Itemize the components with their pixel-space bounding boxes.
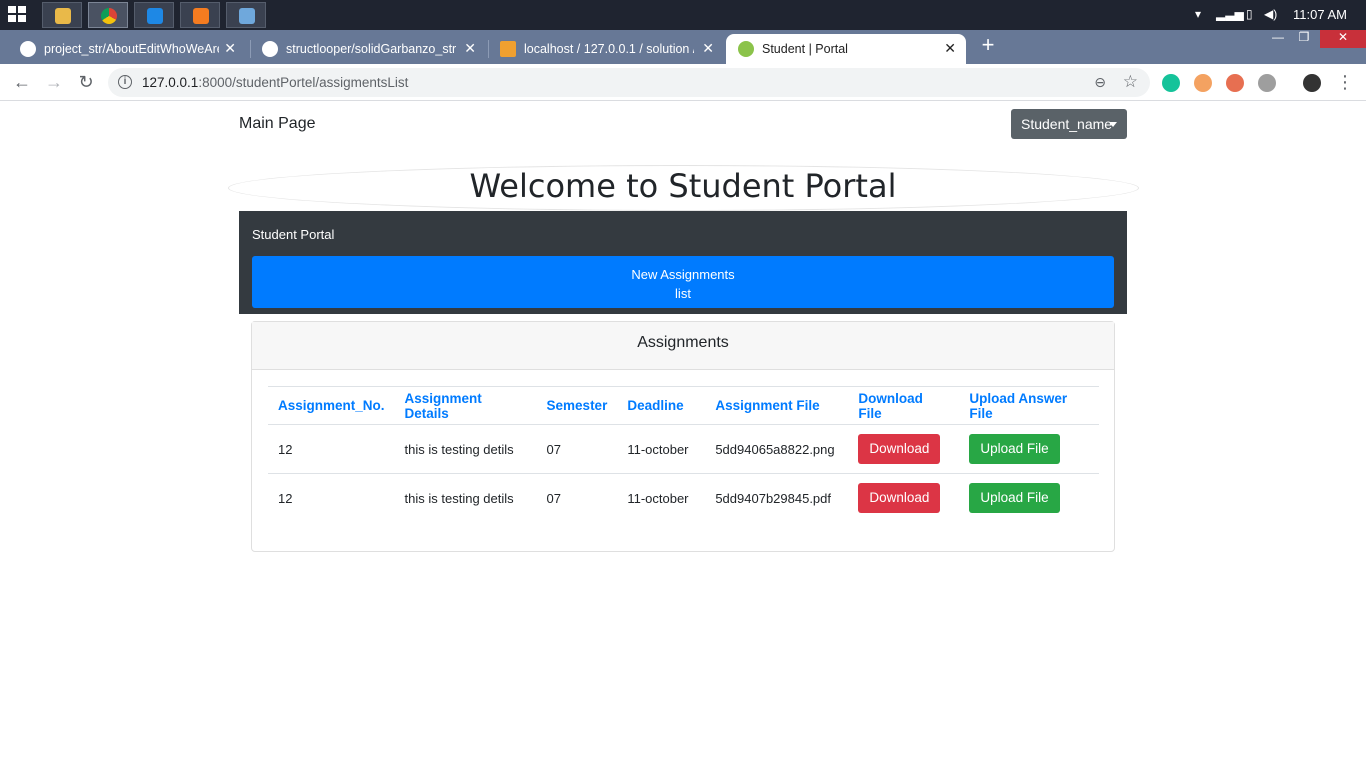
- close-tab-icon[interactable]: ✕: [944, 40, 956, 57]
- user-dropdown-button[interactable]: Student_name: [1011, 109, 1127, 139]
- back-icon[interactable]: ←: [12, 72, 32, 92]
- window-close-icon[interactable]: ✕: [1320, 30, 1366, 48]
- assignment-no: 12: [278, 490, 293, 506]
- assignments-table: Assignment_No. Assignment Details Semest…: [268, 386, 1099, 523]
- grammarly-icon[interactable]: [1162, 74, 1180, 92]
- assignment-file: 5dd9407b29845.pdf: [715, 490, 832, 506]
- portal-menu: Student Portal New Assignments list: [239, 211, 1127, 314]
- assignment-details: this is testing detils: [404, 490, 514, 506]
- tab-github-solid[interactable]: structlooper/solidGarbanzo_str ✕: [250, 34, 486, 64]
- windows-taskbar: ▾ ▂▃▅ ▯ ◀) 11:07 AM: [0, 0, 1366, 30]
- minimize-icon[interactable]: —: [1268, 30, 1288, 48]
- profile-avatar[interactable]: [1303, 74, 1321, 92]
- column-header: Assignment_No.: [268, 386, 395, 425]
- battery-icon[interactable]: ▯: [1246, 7, 1253, 21]
- app-window-icon[interactable]: [226, 2, 266, 28]
- new-assignments-list-link[interactable]: New Assignments list: [252, 256, 1114, 308]
- fire-extension-icon[interactable]: [1226, 74, 1244, 92]
- portal-icon: [738, 41, 754, 57]
- column-header: Assignment Details: [394, 386, 537, 425]
- gear-extension-icon[interactable]: [1258, 74, 1276, 92]
- column-header: Assignment File: [705, 386, 849, 425]
- close-tab-icon[interactable]: ✕: [702, 40, 714, 57]
- github-icon: [20, 41, 36, 57]
- main-page-link[interactable]: Main Page: [239, 115, 316, 133]
- page-title: Welcome to Student Portal: [469, 167, 897, 205]
- signal-icon[interactable]: ▂▃▅: [1216, 7, 1244, 21]
- assignments-header: Assignments: [252, 322, 1114, 370]
- close-tab-icon[interactable]: ✕: [224, 40, 236, 57]
- column-header: Semester: [536, 386, 618, 425]
- address-bar[interactable]: i 127.0.0.1:8000/studentPortel/assigment…: [108, 68, 1150, 97]
- tab-student-portal[interactable]: Student | Portal ✕: [726, 34, 966, 64]
- column-header: Download File: [848, 386, 960, 425]
- forward-icon[interactable]: →: [44, 72, 64, 92]
- column-header: Deadline: [617, 386, 706, 425]
- assignment-semester: 07: [536, 424, 618, 474]
- windows-start-icon[interactable]: [8, 6, 28, 24]
- xampp-icon[interactable]: [180, 2, 220, 28]
- download-button[interactable]: Download: [858, 434, 941, 464]
- browser-toolbar: ← → ↻ i 127.0.0.1:8000/studentPortel/ass…: [0, 64, 1366, 101]
- tray-chevron-icon[interactable]: ▾: [1195, 7, 1201, 21]
- upload-file-button[interactable]: Upload File: [969, 434, 1060, 464]
- vscode-icon[interactable]: [134, 2, 174, 28]
- more-menu-icon[interactable]: ⋮: [1335, 72, 1355, 92]
- assignment-file: 5dd94065a8822.png: [705, 424, 849, 474]
- restore-icon[interactable]: ❐: [1292, 30, 1316, 48]
- zoom-icon[interactable]: ⊖: [1094, 74, 1106, 91]
- table-header-row: Assignment_No. Assignment Details Semest…: [268, 386, 1099, 425]
- tab-phpmyadmin[interactable]: localhost / 127.0.0.1 / solution / c ✕: [488, 34, 724, 64]
- tab-strip: project_str/AboutEditWhoWeAre ✕ structlo…: [0, 30, 1366, 64]
- assignment-deadline: 11-october: [627, 490, 689, 506]
- reload-icon[interactable]: ↻: [76, 72, 96, 92]
- tab-github-project[interactable]: project_str/AboutEditWhoWeAre ✕: [8, 34, 246, 64]
- phpmyadmin-icon: [500, 41, 516, 57]
- volume-icon[interactable]: ◀): [1264, 7, 1277, 21]
- extension-icon[interactable]: [1194, 74, 1212, 92]
- site-info-icon[interactable]: i: [118, 75, 132, 89]
- caret-down-icon: [1109, 122, 1117, 127]
- assignment-details: this is testing detils: [394, 424, 537, 474]
- portal-menu-title: Student Portal: [252, 227, 335, 242]
- upload-file-button[interactable]: Upload File: [969, 483, 1060, 514]
- close-tab-icon[interactable]: ✕: [464, 40, 476, 57]
- page-content: Main Page Student_name Welcome to Studen…: [0, 101, 1366, 768]
- column-header: Upload Answer File: [959, 386, 1099, 425]
- assignment-deadline: 11-october: [617, 424, 706, 474]
- assignment-semester: 07: [546, 490, 561, 506]
- new-tab-icon[interactable]: +: [978, 34, 998, 58]
- bookmark-star-icon[interactable]: ☆: [1123, 72, 1138, 92]
- chrome-icon[interactable]: [88, 2, 128, 28]
- assignments-card: Assignments Assignment_No. Assignment De…: [251, 321, 1115, 552]
- clock[interactable]: 11:07 AM: [1293, 7, 1347, 22]
- assignment-no: 12: [268, 424, 395, 474]
- table-row: 12 this is testing detils 07 11-october …: [268, 474, 1099, 523]
- github-icon: [262, 41, 278, 57]
- download-button[interactable]: Download: [858, 483, 941, 514]
- file-explorer-icon[interactable]: [42, 2, 82, 28]
- url-text[interactable]: 127.0.0.1:8000/studentPortel/assigmentsL…: [142, 75, 408, 90]
- table-row: 12 this is testing detils 07 11-october …: [268, 424, 1099, 474]
